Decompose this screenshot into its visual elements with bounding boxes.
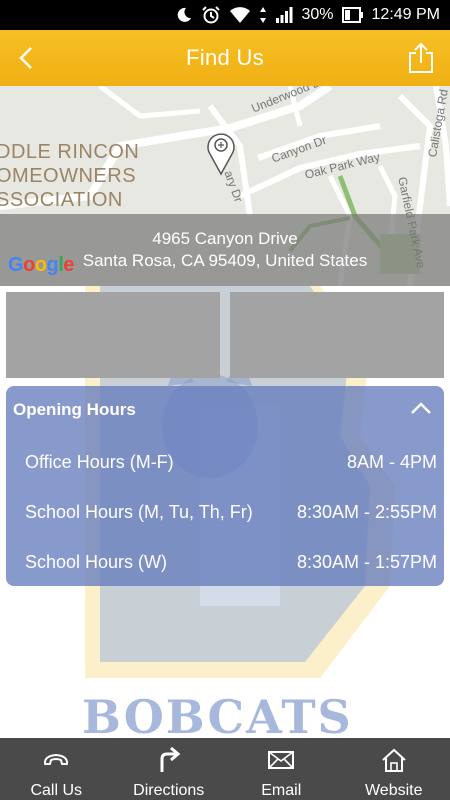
- back-button[interactable]: [10, 42, 42, 74]
- alarm-icon: [201, 5, 221, 25]
- photo-placeholder-right[interactable]: [230, 292, 444, 378]
- phone-icon: [42, 746, 70, 774]
- battery-icon: [341, 6, 364, 24]
- hours-label: School Hours (W): [25, 552, 168, 572]
- map-area-label: DDLE RINCON OMEOWNERS SSOCIATION: [0, 141, 140, 211]
- hours-label: School Hours (M, Tu, Th, Fr): [25, 502, 253, 522]
- envelope-icon: [268, 746, 295, 774]
- do-not-disturb-moon-icon: [175, 6, 193, 24]
- clock: 12:49 PM: [371, 6, 440, 23]
- share-icon: [409, 42, 433, 73]
- wifi-icon: [229, 6, 251, 24]
- hours-label: Office Hours (M-F): [25, 452, 174, 472]
- house-icon: [381, 746, 407, 774]
- nav-email[interactable]: Email: [225, 738, 338, 800]
- hours-time: 8:30AM - 1:57PM: [296, 552, 437, 572]
- photo-placeholder-left[interactable]: [6, 292, 220, 378]
- directions-icon: [157, 746, 181, 774]
- hours-time: 8AM - 4PM: [346, 452, 437, 472]
- opening-hours-title: Opening Hours: [13, 400, 136, 419]
- hours-row: Office Hours (M-F) 8AM - 4PM: [25, 452, 437, 473]
- address-line-1: 4965 Canyon Drive: [152, 229, 298, 248]
- bottom-navigation: Call Us Directions Email Website: [0, 738, 450, 800]
- nav-directions[interactable]: Directions: [113, 738, 226, 800]
- nav-website[interactable]: Website: [338, 738, 450, 800]
- hours-time: 8:30AM - 2:55PM: [296, 502, 437, 522]
- battery-percent: 30%: [301, 6, 334, 23]
- signal-icon: [275, 6, 293, 24]
- collapse-button[interactable]: [410, 400, 432, 418]
- location-map[interactable]: Underwood Dr Canyon Dr Oak Park Way Cali…: [0, 86, 450, 286]
- map-pin-icon[interactable]: [206, 130, 236, 181]
- page-title: Find Us: [186, 45, 264, 70]
- bobcats-text: BOBCATS: [82, 690, 353, 744]
- top-app-bar: Find Us: [0, 30, 450, 86]
- chevron-up-icon: [411, 402, 431, 414]
- data-arrows-icon: [259, 6, 267, 24]
- status-bar: 30% 12:49 PM: [0, 0, 450, 30]
- opening-hours-card: Opening Hours Office Hours (M-F) 8AM - 4…: [6, 386, 444, 586]
- hours-row: School Hours (M, Tu, Th, Fr) 8:30AM - 2:…: [25, 502, 437, 523]
- nav-call-us[interactable]: Call Us: [0, 738, 113, 800]
- chevron-left-icon: [19, 47, 32, 69]
- share-button[interactable]: [404, 40, 438, 76]
- hours-row: School Hours (W) 8:30AM - 1:57PM: [25, 552, 437, 573]
- google-logo: Google: [8, 254, 74, 276]
